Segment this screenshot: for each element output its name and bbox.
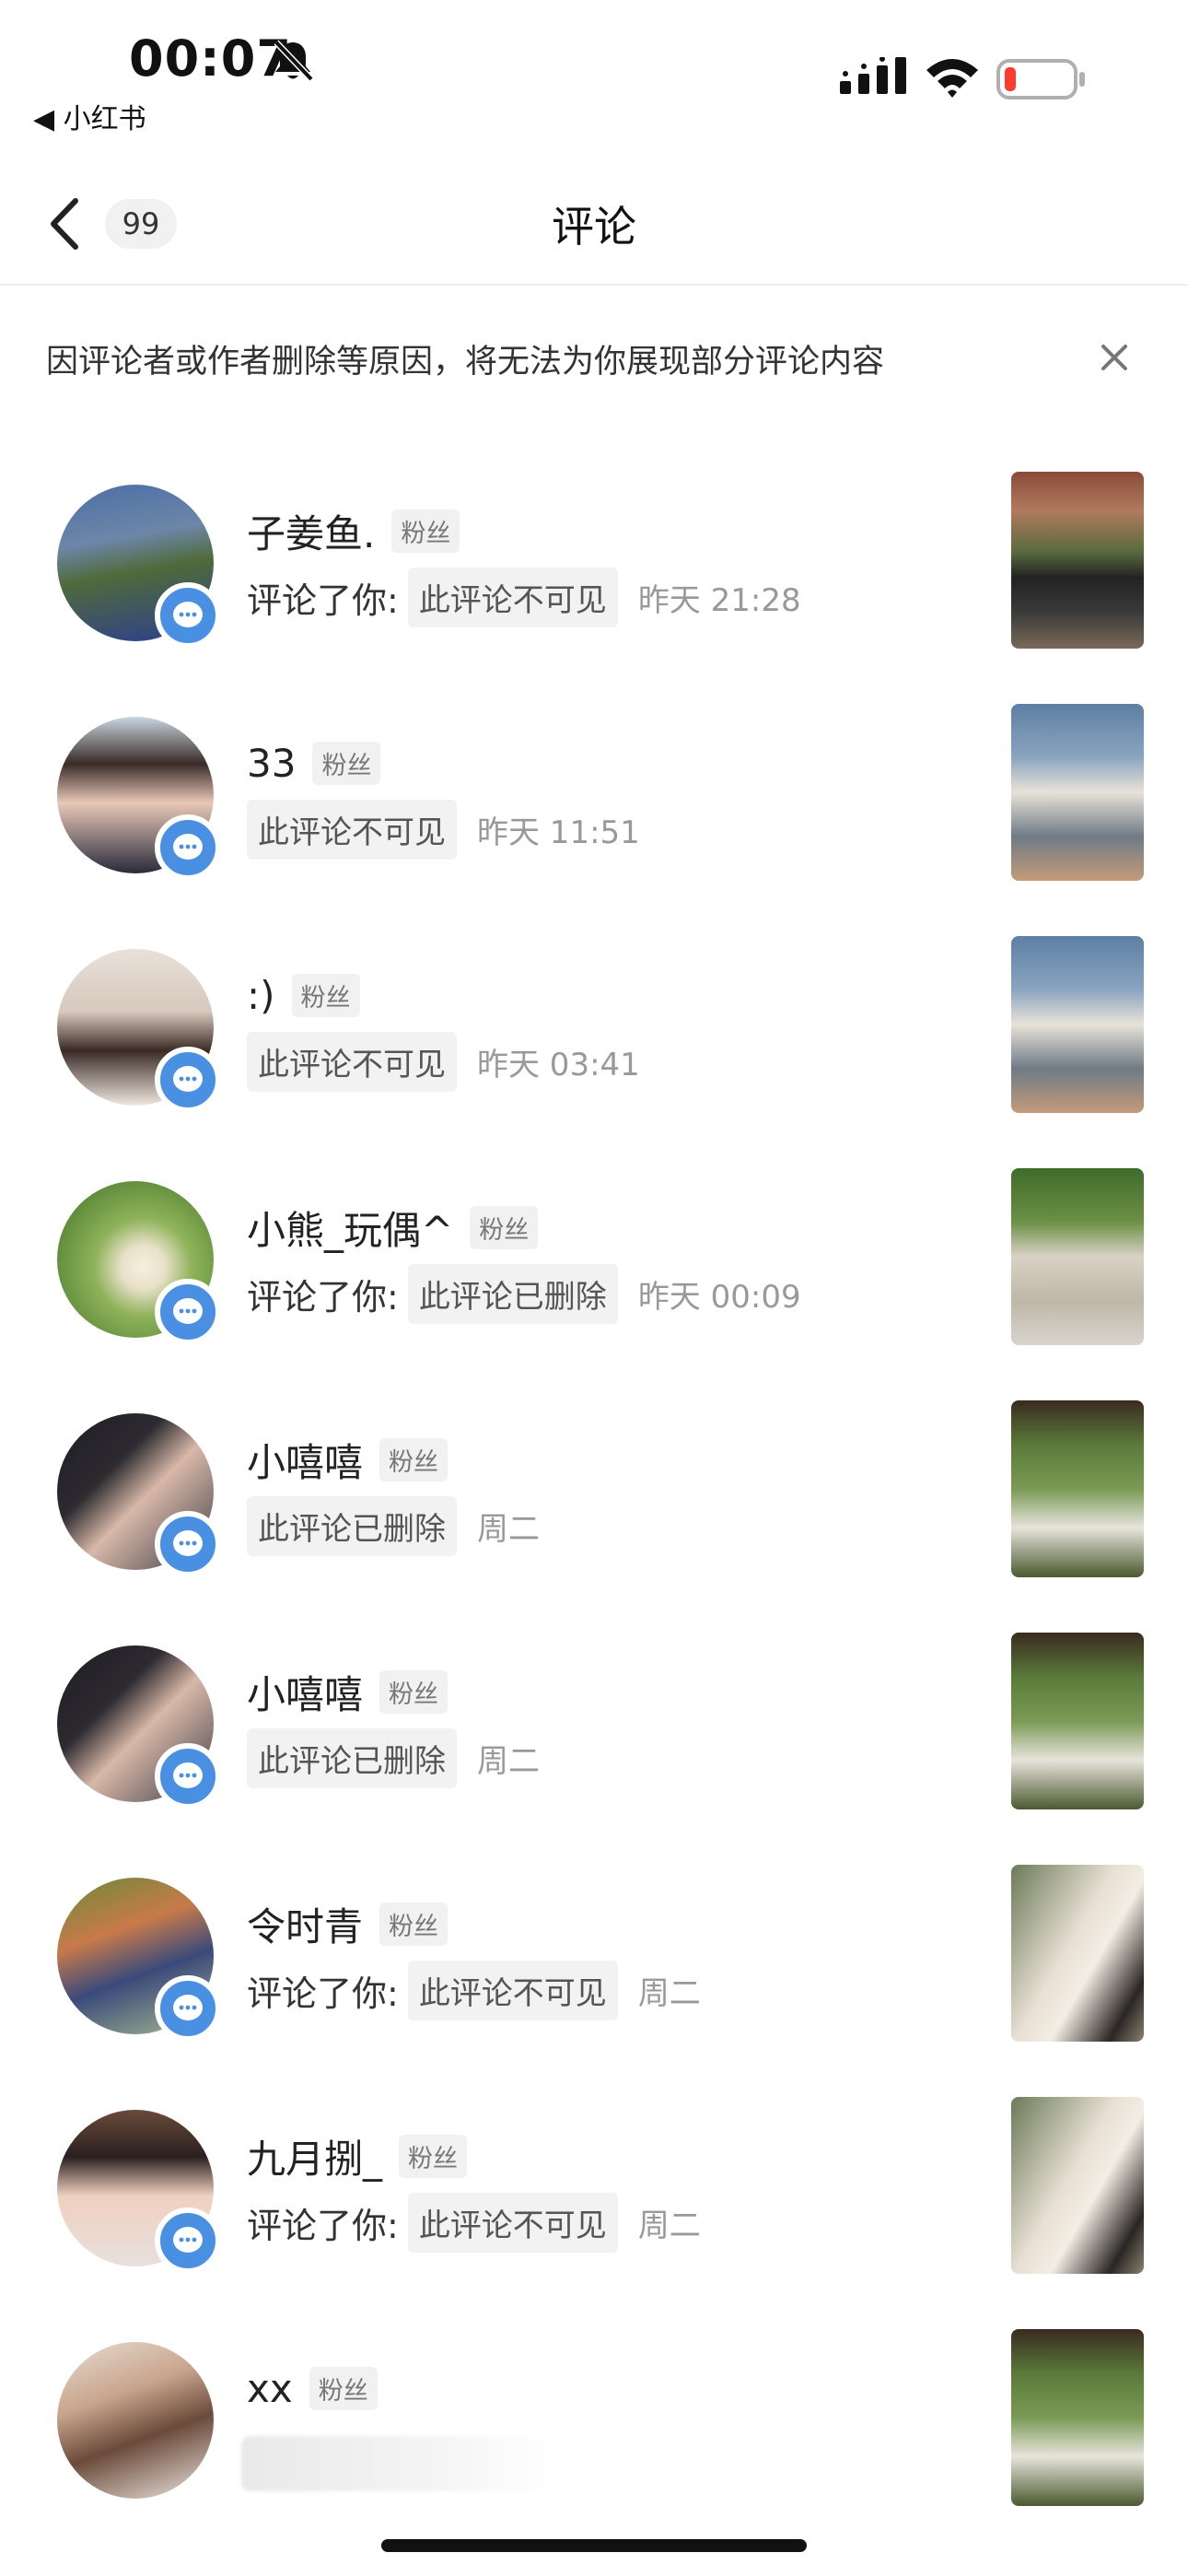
- blurred-content: [241, 2436, 554, 2491]
- timestamp: 周二: [477, 1510, 540, 1548]
- fan-tag: 粉丝: [391, 509, 460, 553]
- comment-prefix: 评论了你:: [247, 1973, 399, 2014]
- list-item[interactable]: 九月捌_ 粉丝 评论了你: 此评论不可见 周二: [0, 2086, 1188, 2316]
- comment-badge-icon: [155, 1279, 221, 1345]
- fan-tag: 粉丝: [312, 741, 381, 785]
- timestamp: 周二: [637, 1974, 701, 2012]
- post-thumbnail[interactable]: [1011, 472, 1144, 649]
- timestamp: 昨天 03:41: [477, 1046, 640, 1083]
- timestamp: 昨天 21:28: [637, 581, 801, 619]
- comment-badge-icon: [155, 1511, 221, 1577]
- post-thumbnail[interactable]: [1011, 2097, 1144, 2274]
- list-item[interactable]: 小熊_玩偶^ 粉丝 评论了你: 此评论已删除 昨天 00:09: [0, 1157, 1188, 1388]
- timestamp: 昨天 00:09: [637, 1278, 801, 1316]
- wifi-icon: [926, 59, 978, 98]
- comment-badge-icon: [155, 1743, 221, 1809]
- fan-tag: 粉丝: [379, 1902, 448, 1946]
- list-item[interactable]: 小嘻嘻 粉丝 此评论已删除 周二: [0, 1389, 1188, 1620]
- status-bar: 00:07 ◀ 小红书: [0, 0, 1188, 157]
- avatar[interactable]: [57, 2342, 214, 2499]
- navigation-bar: 99 评论: [0, 157, 1188, 286]
- post-thumbnail[interactable]: [1011, 704, 1144, 881]
- fan-tag: 粉丝: [470, 1205, 539, 1249]
- user-name[interactable]: xx: [247, 2366, 293, 2411]
- comment-prefix: 评论了你:: [247, 580, 399, 621]
- user-name[interactable]: 33: [247, 741, 296, 786]
- user-name[interactable]: 小嘻嘻: [247, 1432, 363, 1488]
- cellular-signal-icon: [840, 57, 906, 94]
- post-thumbnail[interactable]: [1011, 1168, 1144, 1345]
- comment-badge-icon: [155, 582, 221, 649]
- comment-badge-icon: [155, 1975, 221, 2042]
- post-thumbnail[interactable]: [1011, 1865, 1144, 2042]
- status-time: 00:07: [129, 29, 292, 88]
- comment-badge-icon: [155, 814, 221, 881]
- comment-prefix: 评论了你:: [247, 2205, 399, 2246]
- user-name[interactable]: 令时青: [247, 1896, 363, 1952]
- timestamp: 周二: [637, 2207, 701, 2244]
- deleted-comments-notice: 因评论者或作者删除等原因，将无法为你展现部分评论内容: [0, 313, 1188, 405]
- fan-tag: 粉丝: [399, 2134, 468, 2178]
- user-name[interactable]: 子姜鱼.: [247, 503, 375, 559]
- post-thumbnail[interactable]: [1011, 2329, 1144, 2506]
- fan-tag: 粉丝: [309, 2366, 378, 2410]
- comment-status-chip: 此评论不可见: [247, 1031, 457, 1092]
- list-item[interactable]: :) 粉丝 此评论不可见 昨天 03:41: [0, 925, 1188, 1155]
- comment-status-chip: 此评论不可见: [247, 799, 457, 860]
- comment-status-chip: 此评论已删除: [407, 1263, 618, 1324]
- comment-badge-icon: [155, 2207, 221, 2274]
- comment-status-chip: 此评论不可见: [407, 567, 618, 627]
- page-title: 评论: [552, 202, 636, 252]
- notice-text: 因评论者或作者删除等原因，将无法为你展现部分评论内容: [46, 344, 885, 381]
- comment-status-chip: 此评论已删除: [247, 1727, 457, 1788]
- comment-status-chip: 此评论不可见: [407, 2192, 618, 2253]
- list-item[interactable]: 子姜鱼. 粉丝 评论了你: 此评论不可见 昨天 21:28: [0, 461, 1188, 691]
- fan-tag: 粉丝: [379, 1437, 448, 1481]
- comment-prefix: 评论了你:: [247, 1276, 399, 1317]
- timestamp: 昨天 11:51: [477, 814, 640, 851]
- bell-muted-icon: [274, 40, 314, 82]
- comment-status-chip: 此评论已删除: [247, 1495, 457, 1556]
- timestamp: 周二: [477, 1742, 540, 1780]
- user-name[interactable]: 小熊_玩偶^: [247, 1200, 453, 1256]
- user-name[interactable]: :): [247, 973, 275, 1018]
- list-item[interactable]: 33 粉丝 此评论不可见 昨天 11:51: [0, 693, 1188, 923]
- post-thumbnail[interactable]: [1011, 1400, 1144, 1577]
- post-thumbnail[interactable]: [1011, 1633, 1144, 1809]
- post-thumbnail[interactable]: [1011, 936, 1144, 1113]
- close-icon[interactable]: [1096, 339, 1133, 376]
- user-name[interactable]: 小嘻嘻: [247, 1664, 363, 1720]
- fan-tag: 粉丝: [291, 973, 360, 1017]
- list-item[interactable]: 令时青 粉丝 评论了你: 此评论不可见 周二: [0, 1854, 1188, 2084]
- comment-badge-icon: [155, 1047, 221, 1113]
- list-item[interactable]: xx 粉丝: [0, 2318, 1188, 2548]
- user-name[interactable]: 九月捌_: [247, 2128, 382, 2184]
- battery-low-icon: [996, 59, 1085, 100]
- fan-tag: 粉丝: [379, 1669, 448, 1714]
- home-indicator[interactable]: [381, 2539, 807, 2552]
- list-item[interactable]: 小嘻嘻 粉丝 此评论已删除 周二: [0, 1622, 1188, 1852]
- back-to-app-link[interactable]: ◀ 小红书: [33, 96, 146, 136]
- comment-status-chip: 此评论不可见: [407, 1960, 618, 2020]
